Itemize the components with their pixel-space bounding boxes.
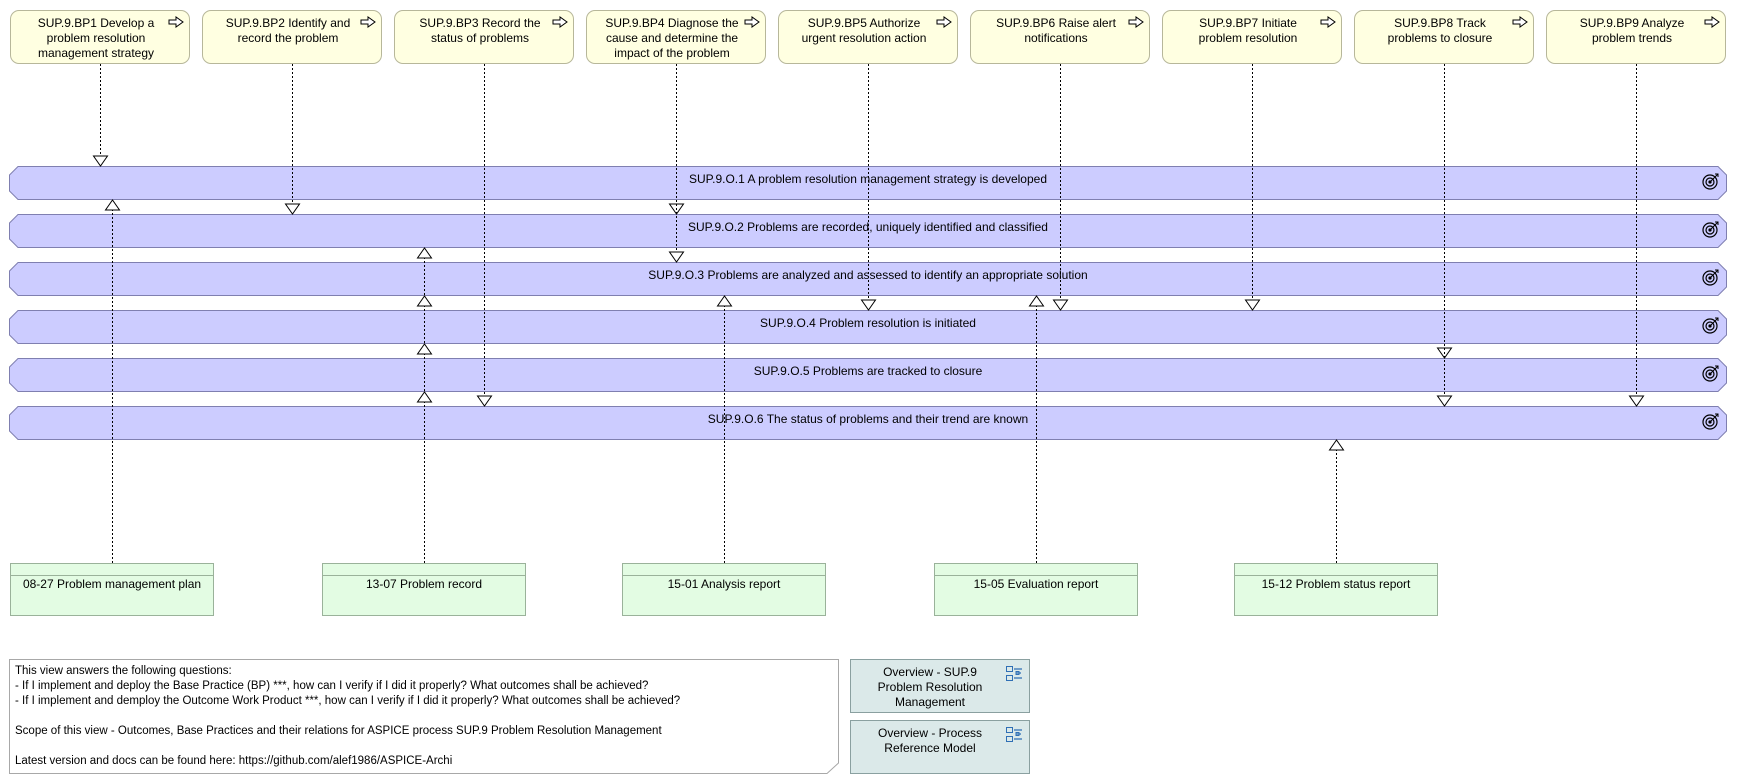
realization-arrowhead (476, 395, 493, 407)
outcome-o1[interactable]: SUP.9.O.1 A problem resolution managemen… (9, 166, 1727, 200)
realization-arrowhead (668, 203, 685, 215)
goal-target-icon (1702, 365, 1719, 382)
base-practice-bp3[interactable]: SUP.9.BP3 Record the status of problems (394, 10, 574, 64)
process-arrow-icon (552, 16, 568, 28)
realization-arrowhead (104, 199, 121, 211)
realization-arrowhead (416, 391, 433, 403)
goal-target-icon (1702, 221, 1719, 238)
work-product-15-12[interactable]: 15-12 Problem status report (1234, 563, 1438, 616)
realization-arrowhead (1628, 395, 1645, 407)
realization-arrowhead (416, 247, 433, 259)
realization-arrowhead (416, 343, 433, 355)
wp-header (11, 564, 213, 576)
work-product-08-27[interactable]: 08-27 Problem management plan (10, 563, 214, 616)
bp-label: SUP.9.BP7 Initiate problem resolution (1198, 16, 1298, 45)
bp-label: SUP.9.BP4 Diagnose the cause and determi… (605, 16, 739, 60)
bp-label: SUP.9.BP5 Authorize urgent resolution ac… (801, 16, 927, 45)
outcome-label: SUP.9.O.6 The status of problems and the… (707, 412, 1029, 426)
process-arrow-icon (168, 16, 184, 28)
realization-arrowhead (1436, 395, 1453, 407)
wp-label: 15-05 Evaluation report (973, 577, 1099, 591)
wp-label: 13-07 Problem record (365, 577, 483, 591)
view-reference-process-reference-model[interactable]: Overview - Process Reference Model (850, 720, 1030, 774)
process-arrow-icon (1320, 16, 1336, 28)
wp-header (623, 564, 825, 576)
realization-arrowhead (92, 155, 109, 167)
bp-label: SUP.9.BP6 Raise alert notifications (996, 16, 1116, 45)
outcome-label: SUP.9.O.2 Problems are recorded, uniquel… (688, 220, 1048, 234)
bp-label: SUP.9.BP8 Track problems to closure (1387, 16, 1493, 45)
bp-label: SUP.9.BP9 Analyze problem trends (1579, 16, 1685, 45)
realization-arrowhead (860, 299, 877, 311)
goal-target-icon (1702, 173, 1719, 190)
base-practice-bp2[interactable]: SUP.9.BP2 Identify and record the proble… (202, 10, 382, 64)
work-product-15-05[interactable]: 15-05 Evaluation report (934, 563, 1138, 616)
realization-arrowhead (668, 251, 685, 263)
realization-arrowhead (1436, 347, 1453, 359)
view-reference-label: Overview - SUP.9 Problem Resolution Mana… (877, 665, 983, 709)
outcome-label: SUP.9.O.3 Problems are analyzed and asse… (648, 268, 1088, 282)
outcome-label: SUP.9.O.4 Problem resolution is initiate… (760, 316, 976, 330)
base-practice-bp6[interactable]: SUP.9.BP6 Raise alert notifications (970, 10, 1150, 64)
note-text: This view answers the following question… (15, 665, 681, 767)
outcome-label: SUP.9.O.5 Problems are tracked to closur… (753, 364, 983, 378)
base-practice-bp9[interactable]: SUP.9.BP9 Analyze problem trends (1546, 10, 1726, 64)
wp-header (935, 564, 1137, 576)
base-practice-bp4[interactable]: SUP.9.BP4 Diagnose the cause and determi… (586, 10, 766, 64)
bp-label: SUP.9.BP2 Identify and record the proble… (225, 16, 351, 45)
outcome-o5[interactable]: SUP.9.O.5 Problems are tracked to closur… (9, 358, 1727, 392)
realization-arrowhead (416, 295, 433, 307)
process-arrow-icon (1512, 16, 1528, 28)
realization-arrowhead (1028, 295, 1045, 307)
outcome-o4[interactable]: SUP.9.O.4 Problem resolution is initiate… (9, 310, 1727, 344)
wp-header (1235, 564, 1437, 576)
base-practice-bp5[interactable]: SUP.9.BP5 Authorize urgent resolution ac… (778, 10, 958, 64)
view-reference-sup9-overview[interactable]: Overview - SUP.9 Problem Resolution Mana… (850, 659, 1030, 713)
bp-label: SUP.9.BP3 Record the status of problems (419, 16, 541, 45)
work-product-13-07[interactable]: 13-07 Problem record (322, 563, 526, 616)
realization-arrowhead (1244, 299, 1261, 311)
goal-target-icon (1702, 413, 1719, 430)
process-arrow-icon (1128, 16, 1144, 28)
process-arrow-icon (936, 16, 952, 28)
base-practice-bp7[interactable]: SUP.9.BP7 Initiate problem resolution (1162, 10, 1342, 64)
realization-arrowhead (284, 203, 301, 215)
wp-label: 15-01 Analysis report (667, 577, 781, 591)
work-product-15-01[interactable]: 15-01 Analysis report (622, 563, 826, 616)
process-arrow-icon (1704, 16, 1720, 28)
view-description-note[interactable]: This view answers the following question… (9, 659, 839, 774)
view-reference-icon (1006, 727, 1022, 742)
goal-target-icon (1702, 317, 1719, 334)
process-arrow-icon (744, 16, 760, 28)
wp-label: 15-12 Problem status report (1261, 577, 1411, 591)
outcome-o2[interactable]: SUP.9.O.2 Problems are recorded, uniquel… (9, 214, 1727, 248)
base-practice-bp1[interactable]: SUP.9.BP1 Develop a problem resolution m… (10, 10, 190, 64)
wp-label: 08-27 Problem management plan (22, 577, 202, 591)
goal-target-icon (1702, 269, 1719, 286)
base-practice-bp8[interactable]: SUP.9.BP8 Track problems to closure (1354, 10, 1534, 64)
wp-header (323, 564, 525, 576)
view-reference-icon (1006, 666, 1022, 681)
realization-arrowhead (1328, 439, 1345, 451)
view-reference-label: Overview - Process Reference Model (877, 726, 983, 755)
bp-label: SUP.9.BP1 Develop a problem resolution m… (37, 16, 155, 60)
realization-arrowhead (716, 295, 733, 307)
outcome-label: SUP.9.O.1 A problem resolution managemen… (689, 172, 1047, 186)
realization-arrowhead (1052, 299, 1069, 311)
process-arrow-icon (360, 16, 376, 28)
outcome-o3[interactable]: SUP.9.O.3 Problems are analyzed and asse… (9, 262, 1727, 296)
outcome-o6[interactable]: SUP.9.O.6 The status of problems and the… (9, 406, 1727, 440)
